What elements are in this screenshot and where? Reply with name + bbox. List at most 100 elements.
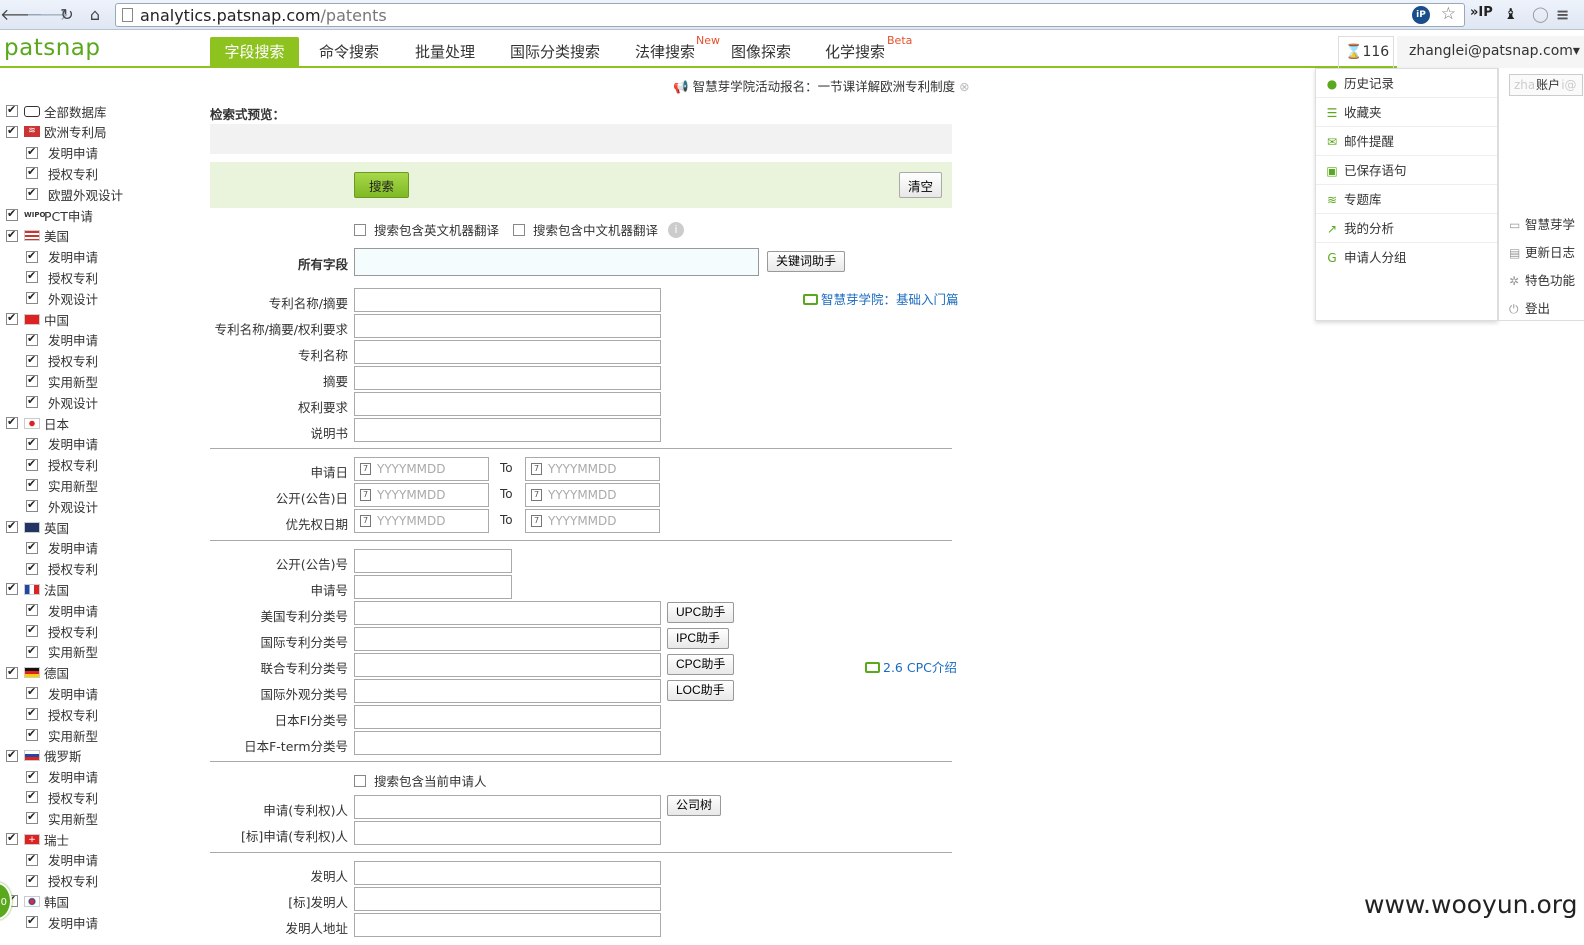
field-input[interactable]: [354, 366, 661, 390]
sidebar-item[interactable]: 授权专利: [26, 267, 98, 287]
field-input[interactable]: [354, 795, 661, 819]
sidebar-item[interactable]: 授权专利: [26, 787, 98, 807]
sidebar-item[interactable]: 发明申请: [26, 767, 98, 787]
sidebar-checkbox[interactable]: [26, 165, 38, 180]
menu-item-saved-queries[interactable]: ▣ 已保存语句: [1316, 156, 1497, 185]
tab-command-search[interactable]: 命令搜索: [306, 37, 392, 68]
sidebar-item[interactable]: 发明申请: [26, 434, 98, 454]
sidebar-item[interactable]: 中国: [6, 309, 69, 329]
menu-item-applicant-groups[interactable]: G 申请人分组: [1316, 243, 1497, 272]
menu-item-email-alerts[interactable]: ✉ 邮件提醒: [1316, 127, 1497, 156]
sidebar-checkbox[interactable]: [26, 914, 38, 929]
date-to-input[interactable]: 7 YYYYMMDD: [525, 457, 660, 481]
panel-item-academy[interactable]: ▭ 智慧芽学: [1509, 214, 1575, 233]
calendar-icon[interactable]: 7: [531, 515, 542, 527]
user-menu[interactable]: zhanglei@patsnap.com▾: [1397, 36, 1584, 68]
reload-icon[interactable]: ↻: [56, 4, 78, 26]
sidebar-checkbox[interactable]: [26, 498, 38, 513]
field-input[interactable]: [354, 288, 661, 312]
clear-button[interactable]: 清空: [899, 172, 942, 198]
sidebar-checkbox[interactable]: [6, 748, 18, 762]
home-icon[interactable]: ⌂: [84, 4, 106, 26]
sidebar-item[interactable]: 英国: [6, 517, 69, 537]
sidebar-item[interactable]: 授权专利: [26, 351, 98, 371]
field-input[interactable]: [354, 340, 661, 364]
sidebar-item[interactable]: 授权专利: [26, 163, 98, 183]
keyword-helper-button[interactable]: 关键词助手: [767, 251, 846, 272]
sidebar-checkbox[interactable]: [6, 415, 18, 429]
sidebar-item[interactable]: 授权专利: [26, 455, 98, 475]
sidebar-item[interactable]: 德国: [6, 663, 69, 683]
sidebar-checkbox[interactable]: [6, 831, 18, 845]
sidebar-item[interactable]: 发明申请: [26, 330, 98, 350]
cpc-intro-link[interactable]: 2.6 CPC介绍: [865, 657, 957, 676]
class-helper-button[interactable]: IPC助手: [667, 628, 730, 649]
cn-translation-checkbox[interactable]: [513, 223, 525, 236]
panel-item-logout[interactable]: ⏻ 登出: [1509, 298, 1550, 317]
sidebar-checkbox[interactable]: [26, 852, 38, 866]
ip-ext-icon[interactable]: »IP: [1470, 5, 1493, 20]
sidebar-checkbox[interactable]: [26, 457, 38, 471]
sidebar-checkbox[interactable]: [6, 581, 18, 596]
back-icon[interactable]: 🡐: [0, 4, 43, 26]
field-input[interactable]: [354, 575, 512, 599]
sidebar-item[interactable]: 授权专利: [26, 621, 98, 641]
sidebar-checkbox[interactable]: [26, 727, 38, 741]
address-bar[interactable]: analytics.patsnap.com/patents iP ☆: [115, 3, 1465, 27]
close-icon[interactable]: ⊗: [959, 79, 969, 94]
sidebar-checkbox[interactable]: [6, 665, 18, 679]
url-text[interactable]: analytics.patsnap.com/patents: [140, 6, 387, 25]
menu-item-history[interactable]: ● 历史记录: [1316, 69, 1497, 98]
calendar-icon[interactable]: 7: [360, 489, 371, 501]
sidebar-checkbox[interactable]: [26, 373, 38, 388]
sidebar-checkbox[interactable]: [26, 873, 38, 887]
sidebar-item[interactable]: 发明申请: [26, 538, 98, 558]
panel-item-changelog[interactable]: ▤ 更新日志: [1509, 242, 1575, 261]
sidebar-checkbox[interactable]: [26, 186, 38, 201]
field-input[interactable]: [354, 705, 661, 729]
sidebar-checkbox[interactable]: [26, 290, 38, 305]
date-from-input[interactable]: 7 YYYYMMDD: [354, 509, 489, 533]
field-input[interactable]: [354, 549, 512, 573]
sidebar-item[interactable]: 授权专利: [26, 704, 98, 724]
all-fields-input[interactable]: [354, 248, 759, 276]
date-from-input[interactable]: 7 YYYYMMDD: [354, 483, 489, 507]
tab-batch[interactable]: 批量处理: [402, 37, 488, 68]
en-translation-checkbox[interactable]: [354, 223, 366, 236]
sidebar-item[interactable]: ≋ 欧洲专利局: [6, 122, 107, 142]
chess-ext-icon[interactable]: ♝: [1504, 5, 1517, 23]
field-input[interactable]: [354, 887, 661, 911]
ip-extension-icon[interactable]: iP: [1412, 6, 1430, 24]
menu-item-workspace[interactable]: ≋ 专题库: [1316, 185, 1497, 214]
sidebar-item[interactable]: 日本: [6, 413, 69, 433]
sidebar-checkbox[interactable]: [26, 540, 38, 554]
sidebar-checkbox[interactable]: [26, 436, 38, 450]
sidebar-checkbox[interactable]: [26, 477, 38, 492]
forward-icon[interactable]: 🡒: [26, 4, 69, 26]
sidebar-checkbox[interactable]: [26, 394, 38, 409]
current-applicant-checkbox[interactable]: [354, 774, 366, 787]
sidebar-checkbox[interactable]: [26, 769, 38, 783]
sidebar-item[interactable]: 实用新型: [26, 808, 98, 828]
sidebar-item[interactable]: 法国: [6, 579, 69, 599]
sidebar-item[interactable]: 韩国: [6, 891, 69, 911]
sidebar-item[interactable]: 俄罗斯: [6, 746, 82, 766]
sidebar-checkbox[interactable]: [26, 332, 38, 346]
field-input[interactable]: [354, 627, 661, 651]
calendar-icon[interactable]: 7: [360, 515, 371, 527]
sidebar-item[interactable]: 外观设计: [26, 392, 98, 412]
company-tree-button[interactable]: 公司树: [667, 795, 722, 816]
date-to-input[interactable]: 7 YYYYMMDD: [525, 509, 660, 533]
sidebar-checkbox[interactable]: [26, 249, 38, 263]
sidebar-item[interactable]: 授权专利: [26, 871, 98, 891]
sidebar-checkbox[interactable]: [26, 810, 38, 825]
field-input[interactable]: [354, 861, 661, 885]
field-input[interactable]: [354, 314, 661, 338]
sidebar-item[interactable]: 外观设计: [26, 288, 98, 308]
sidebar-checkbox[interactable]: [26, 706, 38, 721]
field-input[interactable]: [354, 821, 661, 845]
sidebar-item[interactable]: + 瑞士: [6, 829, 69, 849]
sidebar-item[interactable]: 发明申请: [26, 683, 98, 703]
calendar-icon[interactable]: 7: [531, 489, 542, 501]
sidebar-item[interactable]: 实用新型: [26, 642, 98, 662]
